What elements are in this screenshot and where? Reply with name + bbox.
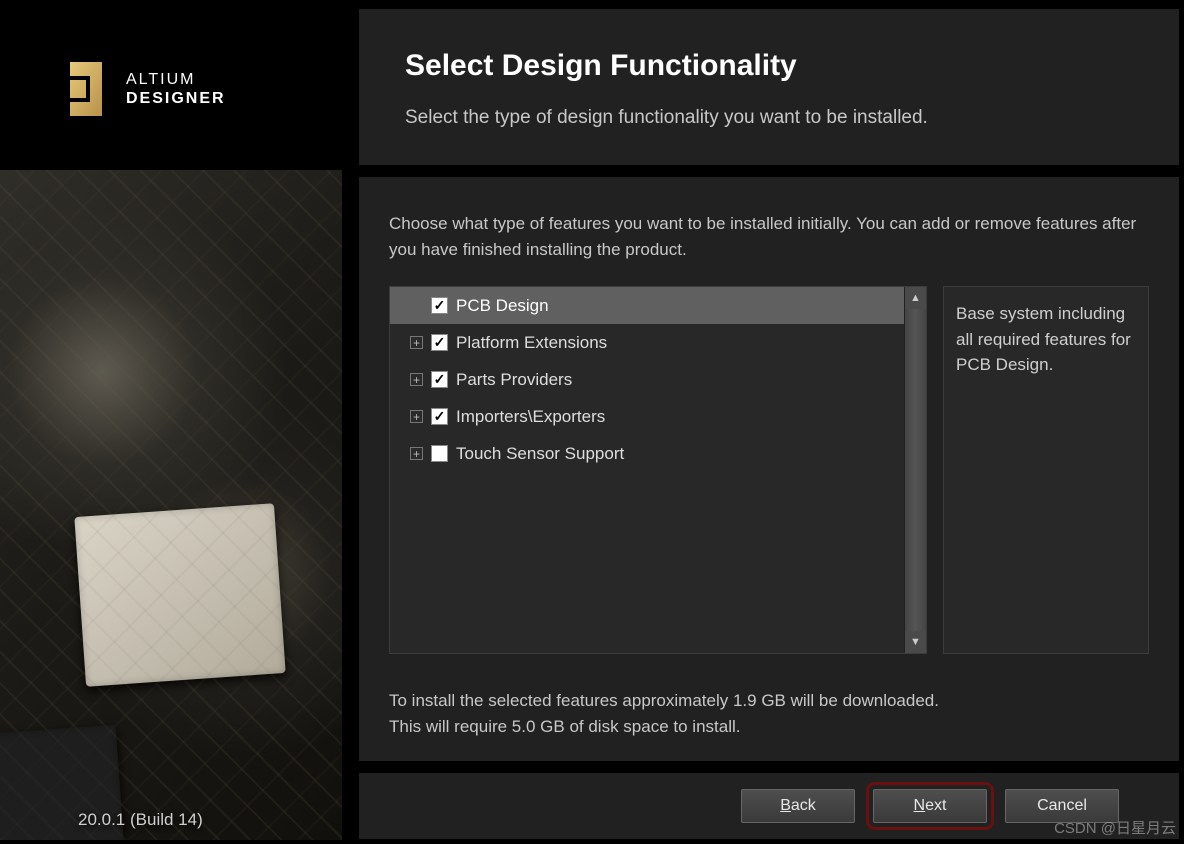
feature-checkbox[interactable] — [431, 371, 448, 388]
feature-label: Parts Providers — [456, 370, 572, 390]
tree-scrollbar[interactable]: ▲ ▼ — [904, 287, 926, 653]
brand-line1: ALTIUM — [126, 70, 226, 89]
size-line-1: To install the selected features approxi… — [389, 688, 1149, 714]
expand-icon[interactable]: + — [410, 410, 423, 423]
page-title: Select Design Functionality — [405, 49, 1133, 83]
feature-description: Base system including all required featu… — [943, 286, 1149, 654]
feature-label: Platform Extensions — [456, 333, 607, 353]
feature-item-pcb-design[interactable]: PCB Design — [390, 287, 904, 324]
scroll-track[interactable] — [905, 309, 926, 631]
pcb-background-image — [0, 170, 342, 840]
expand-icon[interactable]: + — [410, 336, 423, 349]
feature-label: Importers\Exporters — [456, 407, 605, 427]
installer-window: ALTIUM DESIGNER 20.0.1 (Build 14) Select… — [0, 8, 1180, 840]
expand-icon[interactable]: + — [410, 447, 423, 460]
main-area: Select Design Functionality Select the t… — [342, 8, 1180, 840]
body-panel: Choose what type of features you want to… — [358, 176, 1180, 762]
tree-viewport: PCB Design + Platform Extensions + Parts Pro… — [390, 287, 904, 653]
expand-icon[interactable]: + — [410, 373, 423, 386]
page-subtitle: Select the type of design functionality … — [405, 107, 1133, 129]
feature-area: PCB Design + Platform Extensions + Parts Pro… — [389, 286, 1149, 654]
feature-item-platform-extensions[interactable]: + Platform Extensions — [390, 324, 904, 361]
next-button[interactable]: Next — [873, 789, 987, 823]
feature-label: Touch Sensor Support — [456, 444, 624, 464]
instructions-text: Choose what type of features you want to… — [389, 211, 1149, 262]
feature-checkbox[interactable] — [431, 408, 448, 425]
feature-label: PCB Design — [456, 296, 549, 316]
altium-logo-icon — [58, 58, 112, 120]
feature-item-touch-sensor-support[interactable]: + Touch Sensor Support — [390, 435, 904, 472]
size-line-2: This will require 5.0 GB of disk space t… — [389, 714, 1149, 740]
feature-item-parts-providers[interactable]: + Parts Providers — [390, 361, 904, 398]
feature-checkbox[interactable] — [431, 297, 448, 314]
back-button[interactable]: Back — [741, 789, 855, 823]
logo-text: ALTIUM DESIGNER — [126, 70, 226, 108]
logo-area: ALTIUM DESIGNER — [0, 8, 342, 170]
header-panel: Select Design Functionality Select the t… — [358, 8, 1180, 166]
scroll-up-icon[interactable]: ▲ — [905, 287, 926, 309]
expand-icon — [410, 299, 423, 312]
feature-checkbox[interactable] — [431, 334, 448, 351]
scroll-down-icon[interactable]: ▼ — [905, 631, 926, 653]
feature-checkbox[interactable] — [431, 445, 448, 462]
sidebar: ALTIUM DESIGNER 20.0.1 (Build 14) — [0, 8, 342, 840]
version-label: 20.0.1 (Build 14) — [78, 810, 203, 830]
watermark: CSDN @日星月云 — [1054, 817, 1176, 838]
brand-line2: DESIGNER — [126, 89, 226, 108]
feature-item-importers-exporters[interactable]: + Importers\Exporters — [390, 398, 904, 435]
size-info: To install the selected features approxi… — [389, 688, 1149, 739]
feature-tree: PCB Design + Platform Extensions + Parts Pro… — [389, 286, 927, 654]
